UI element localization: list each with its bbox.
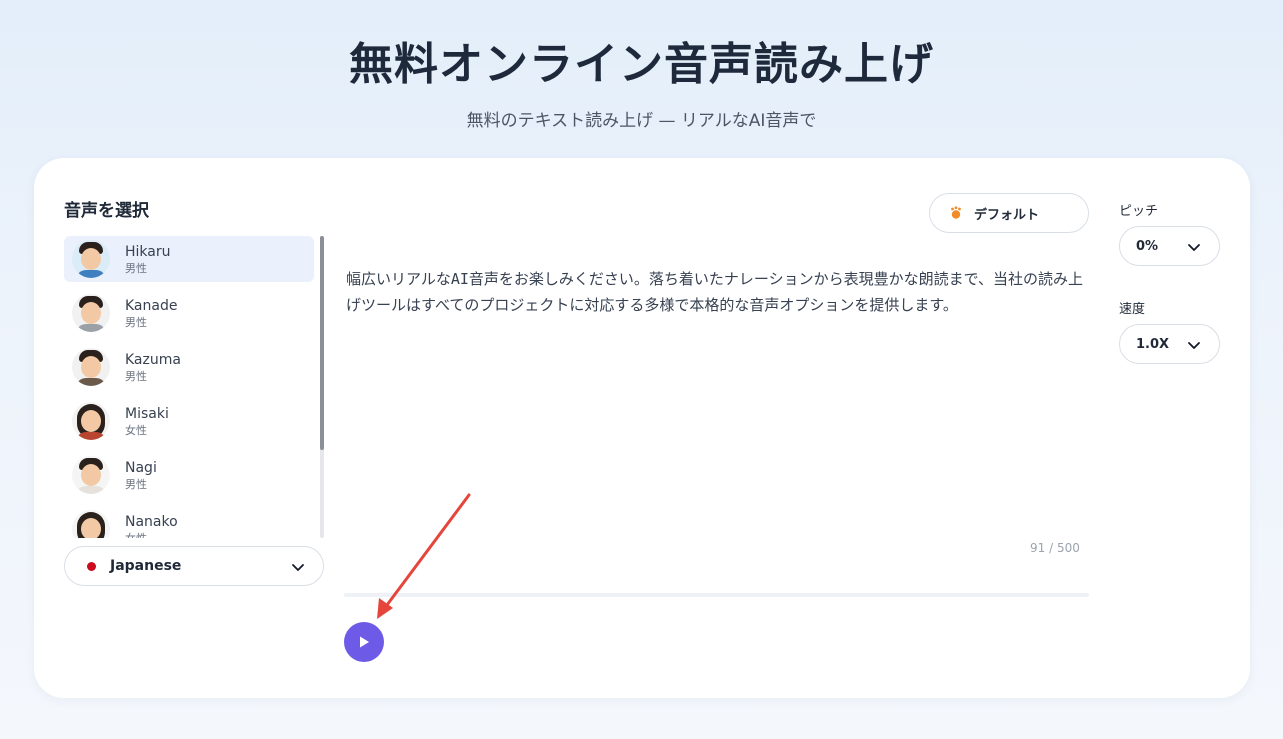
pitch-select[interactable]: 0%	[1119, 226, 1220, 266]
chevron-down-icon	[1188, 342, 1200, 349]
voice-item-nanako[interactable]: Nanako 女性	[64, 506, 314, 538]
preset-label: デフォルト	[974, 207, 1040, 223]
avatar	[72, 402, 110, 440]
voice-item-nagi[interactable]: Nagi 男性	[64, 452, 314, 498]
pitch-label: ピッチ	[1119, 204, 1159, 219]
voice-gender: 男性	[125, 315, 147, 329]
page-title: 無料オンライン音声読み上げ	[349, 39, 934, 90]
text-input[interactable]: 幅広いリアルなAI音声をお楽しみください。落ち着いたナレーションから表現豊かな朗…	[346, 266, 1091, 426]
voice-gender: 女性	[125, 531, 147, 539]
voice-item-misaki[interactable]: Misaki 女性	[64, 398, 314, 444]
avatar	[72, 294, 110, 332]
chevron-down-icon	[292, 564, 304, 571]
voice-gender: 男性	[125, 477, 147, 491]
preset-default-button[interactable]: デフォルト	[929, 193, 1089, 233]
speed-label: 速度	[1119, 302, 1146, 317]
play-button[interactable]	[344, 622, 384, 662]
voice-item-kanade[interactable]: Kanade 男性	[64, 290, 314, 336]
page-subtitle: 無料のテキスト読み上げ — リアルなAI音声で	[466, 111, 817, 131]
voice-item-hikaru[interactable]: Hikaru 男性	[64, 236, 314, 282]
avatar	[72, 456, 110, 494]
speed-value: 1.0X	[1136, 336, 1170, 352]
avatar	[72, 240, 110, 278]
voice-section-heading: 音声を選択	[64, 201, 149, 221]
pitch-value: 0%	[1136, 238, 1159, 254]
language-label: Japanese	[110, 558, 182, 574]
voice-name: Misaki	[125, 405, 169, 422]
voice-gender: 男性	[125, 261, 147, 275]
voice-item-kazuma[interactable]: Kazuma 男性	[64, 344, 314, 390]
japan-flag-icon	[87, 561, 96, 571]
voice-name: Hikaru	[125, 243, 171, 260]
voice-name: Nagi	[125, 459, 157, 476]
voice-name: Nanako	[125, 513, 178, 530]
wave-hand-icon	[951, 206, 961, 219]
play-icon	[360, 636, 369, 648]
language-select[interactable]: Japanese	[64, 546, 324, 586]
avatar	[72, 510, 110, 538]
voice-name: Kanade	[125, 297, 178, 314]
character-count: 91 / 500	[1030, 541, 1080, 555]
chevron-down-icon	[1188, 244, 1200, 251]
tts-card: 音声を選択 Hikaru 男性 Kanade 男性 Kazuma 男性 Misa…	[34, 158, 1250, 698]
playback-progress-bar[interactable]	[344, 593, 1089, 597]
voice-list-scrollbar[interactable]	[320, 236, 324, 538]
scrollbar-thumb[interactable]	[320, 236, 324, 450]
voice-name: Kazuma	[125, 351, 181, 368]
avatar	[72, 348, 110, 386]
voice-list[interactable]: Hikaru 男性 Kanade 男性 Kazuma 男性 Misaki 女性 …	[64, 236, 316, 538]
speed-select[interactable]: 1.0X	[1119, 324, 1220, 364]
voice-gender: 男性	[125, 369, 147, 383]
voice-gender: 女性	[125, 423, 147, 437]
